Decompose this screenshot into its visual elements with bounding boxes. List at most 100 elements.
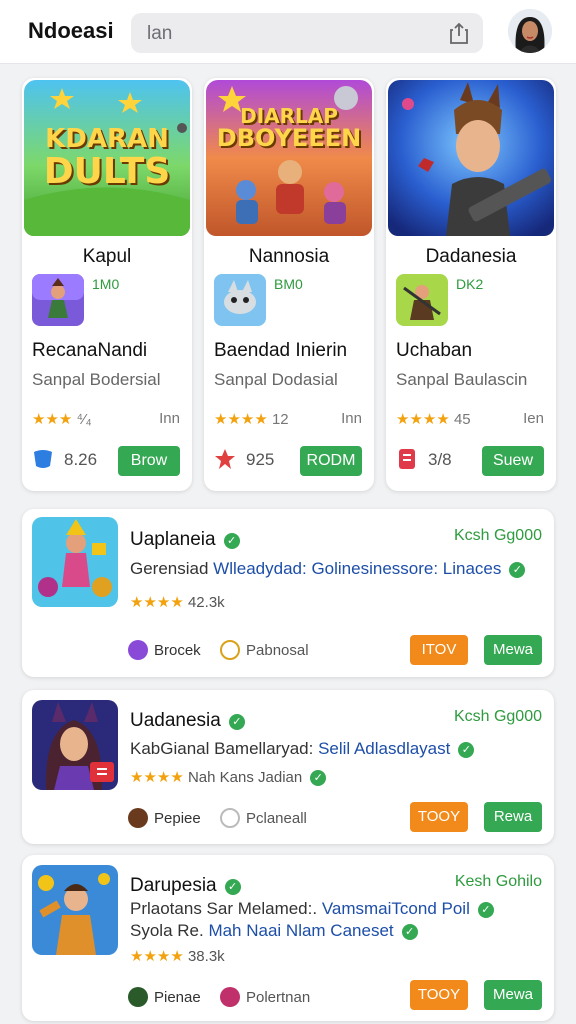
rating-stars: ★★★ <box>32 411 73 428</box>
rating-value: 42.3k <box>187 594 225 611</box>
description-highlight[interactable]: VamsmaiTcond Poil <box>322 899 470 918</box>
rating-tail: Inn <box>159 410 180 427</box>
publisher-name: Pclaneall <box>246 810 307 827</box>
game-name: Dadanesia <box>425 246 517 267</box>
star-rating: ★★★ ⁴⁄₄ <box>32 410 92 428</box>
game-banner[interactable]: KDARAN DULTS <box>24 80 190 236</box>
description-prefix: Syola Re. <box>130 921 204 940</box>
game-thumbnail[interactable] <box>32 700 118 790</box>
rating-stars: ★★★★ <box>130 948 184 965</box>
price-label: Kcsh Gg000 <box>453 527 542 544</box>
try-button[interactable]: TOOY <box>410 802 468 832</box>
banner-title-line2: DBOYEEEN <box>216 124 362 152</box>
star-rating: ★★★★ Nah Kans Jadian ✓ <box>130 768 327 786</box>
top-bar: Ndoeasi lan <box>0 0 576 64</box>
developer-label: Brocek <box>128 640 201 660</box>
user-avatar[interactable] <box>508 9 552 53</box>
game-thumbnail[interactable] <box>32 865 118 955</box>
game-name-text: Uadanesia <box>130 710 221 731</box>
game-code: DK2 <box>456 276 484 292</box>
card-title: RecanaNandi <box>32 340 148 361</box>
document-icon <box>399 449 415 469</box>
search-bar[interactable]: lan <box>131 13 483 53</box>
try-button[interactable]: TOOY <box>410 980 468 1010</box>
rating-stars: ★★★★ <box>130 594 184 611</box>
verified-icon: ✓ <box>310 770 327 786</box>
developer-icon <box>128 640 148 660</box>
search-input[interactable]: lan <box>147 23 172 45</box>
developer-icon <box>128 987 148 1007</box>
verified-icon: ✓ <box>401 924 418 940</box>
game-code: 1M0 <box>92 276 120 292</box>
game-icon[interactable] <box>32 274 84 326</box>
game-banner[interactable] <box>388 80 554 236</box>
game-icon[interactable] <box>396 274 448 326</box>
rating-value: 45 <box>453 411 471 428</box>
publisher-icon <box>220 987 240 1007</box>
list-item[interactable]: Uadanesia ✓ Kcsh Gg000 KabGianal Bamellar… <box>22 690 554 844</box>
developer-name: Pepiee <box>154 810 201 827</box>
view-button[interactable]: Suew <box>482 446 544 476</box>
featured-card[interactable]: KDARAN DULTS Kapul 1M0 RecanaNandi Sanpa… <box>22 78 192 491</box>
developer-label: Pepiee <box>128 808 201 828</box>
publisher-name: Polertnan <box>246 989 311 1006</box>
featured-card[interactable]: DIARLAP DBOYEEEN Nannosia BM0 Baendad In… <box>204 78 374 491</box>
game-name-text: Uaplaneia <box>130 529 216 550</box>
rating-value: Nah Kans Jadian <box>187 769 303 786</box>
game-banner[interactable]: DIARLAP DBOYEEEN <box>206 80 372 236</box>
card-title: Baendad Inierin <box>214 340 348 361</box>
publisher-label: Pclaneall <box>220 808 307 828</box>
featured-card[interactable]: Dadanesia DK2 Uchaban Sanpal Baulascin ★… <box>386 78 556 491</box>
verified-icon: ✓ <box>509 562 526 578</box>
try-button[interactable]: ITOV <box>410 635 468 665</box>
description-prefix: Gerensiad <box>130 559 209 578</box>
price-label: Kcsh Gg000 <box>453 708 542 725</box>
description-highlight[interactable]: Selil Adlasdlayast <box>318 739 450 758</box>
verified-icon: ✓ <box>477 902 494 918</box>
download-count: 8.26 <box>64 450 98 469</box>
room-button[interactable]: RODM <box>300 446 362 476</box>
developer-label: Pienae <box>128 987 201 1007</box>
description-highlight[interactable]: Wlleadydad: Golinesinessore: Linaces <box>213 559 501 578</box>
rating-value: ⁴⁄₄ <box>76 411 92 428</box>
game-name: Uadanesia ✓ <box>130 710 245 732</box>
verified-icon: ✓ <box>228 714 245 730</box>
publisher-icon <box>220 640 240 660</box>
game-thumbnail[interactable] <box>32 517 118 607</box>
view-button[interactable]: Rewa <box>484 802 542 832</box>
download-count: 925 <box>246 450 275 469</box>
game-description: KabGianal Bamellaryad: Selil Adlasdlayas… <box>130 739 475 759</box>
card-subtitle: Sanpal Dodasial <box>214 370 338 389</box>
game-name: Uaplaneia ✓ <box>130 529 240 551</box>
app-title: Ndoeasi <box>28 18 114 43</box>
publisher-name: Pabnosal <box>246 642 309 659</box>
description-highlight[interactable]: Mah Naai Nlam Caneset <box>208 921 393 940</box>
star-rating: ★★★★ 38.3k <box>130 947 225 965</box>
rating-tail: Inn <box>341 410 362 427</box>
verified-icon: ✓ <box>224 879 241 895</box>
list-item[interactable]: Uaplaneia ✓ Kcsh Gg000 Gerensiad Wlleadyd… <box>22 509 554 677</box>
star-rating: ★★★★ 45 <box>396 410 471 428</box>
banner-title-line1: DIARLAP <box>240 104 338 128</box>
rating-tail: Ien <box>523 410 544 427</box>
game-icon[interactable] <box>214 274 266 326</box>
game-name: Nannosia <box>248 246 330 267</box>
game-name-text: Darupesia <box>130 875 217 896</box>
publisher-icon <box>220 808 240 828</box>
developer-name: Brocek <box>154 642 201 659</box>
rating-stars: ★★★★ <box>396 411 450 428</box>
rating-value: 38.3k <box>187 948 225 965</box>
publisher-label: Polertnan <box>220 987 310 1007</box>
view-button[interactable]: Mewa <box>484 980 542 1010</box>
game-description: Gerensiad Wlleadydad: Golinesinessore: L… <box>130 559 526 579</box>
rating-stars: ★★★★ <box>130 769 184 786</box>
banner-title-line1: KDARAN <box>45 124 169 154</box>
download-count: 3/8 <box>428 450 452 469</box>
list-item[interactable]: Darupesia ✓ Kesh Gohilo Prlaotans Sar Mel… <box>22 855 554 1021</box>
view-button[interactable]: Mewa <box>484 635 542 665</box>
star-rating: ★★★★ 42.3k <box>130 593 225 611</box>
card-title: Uchaban <box>396 340 473 361</box>
game-code: BM0 <box>274 276 303 292</box>
browse-button[interactable]: Brow <box>118 446 180 476</box>
share-icon[interactable] <box>449 22 469 44</box>
